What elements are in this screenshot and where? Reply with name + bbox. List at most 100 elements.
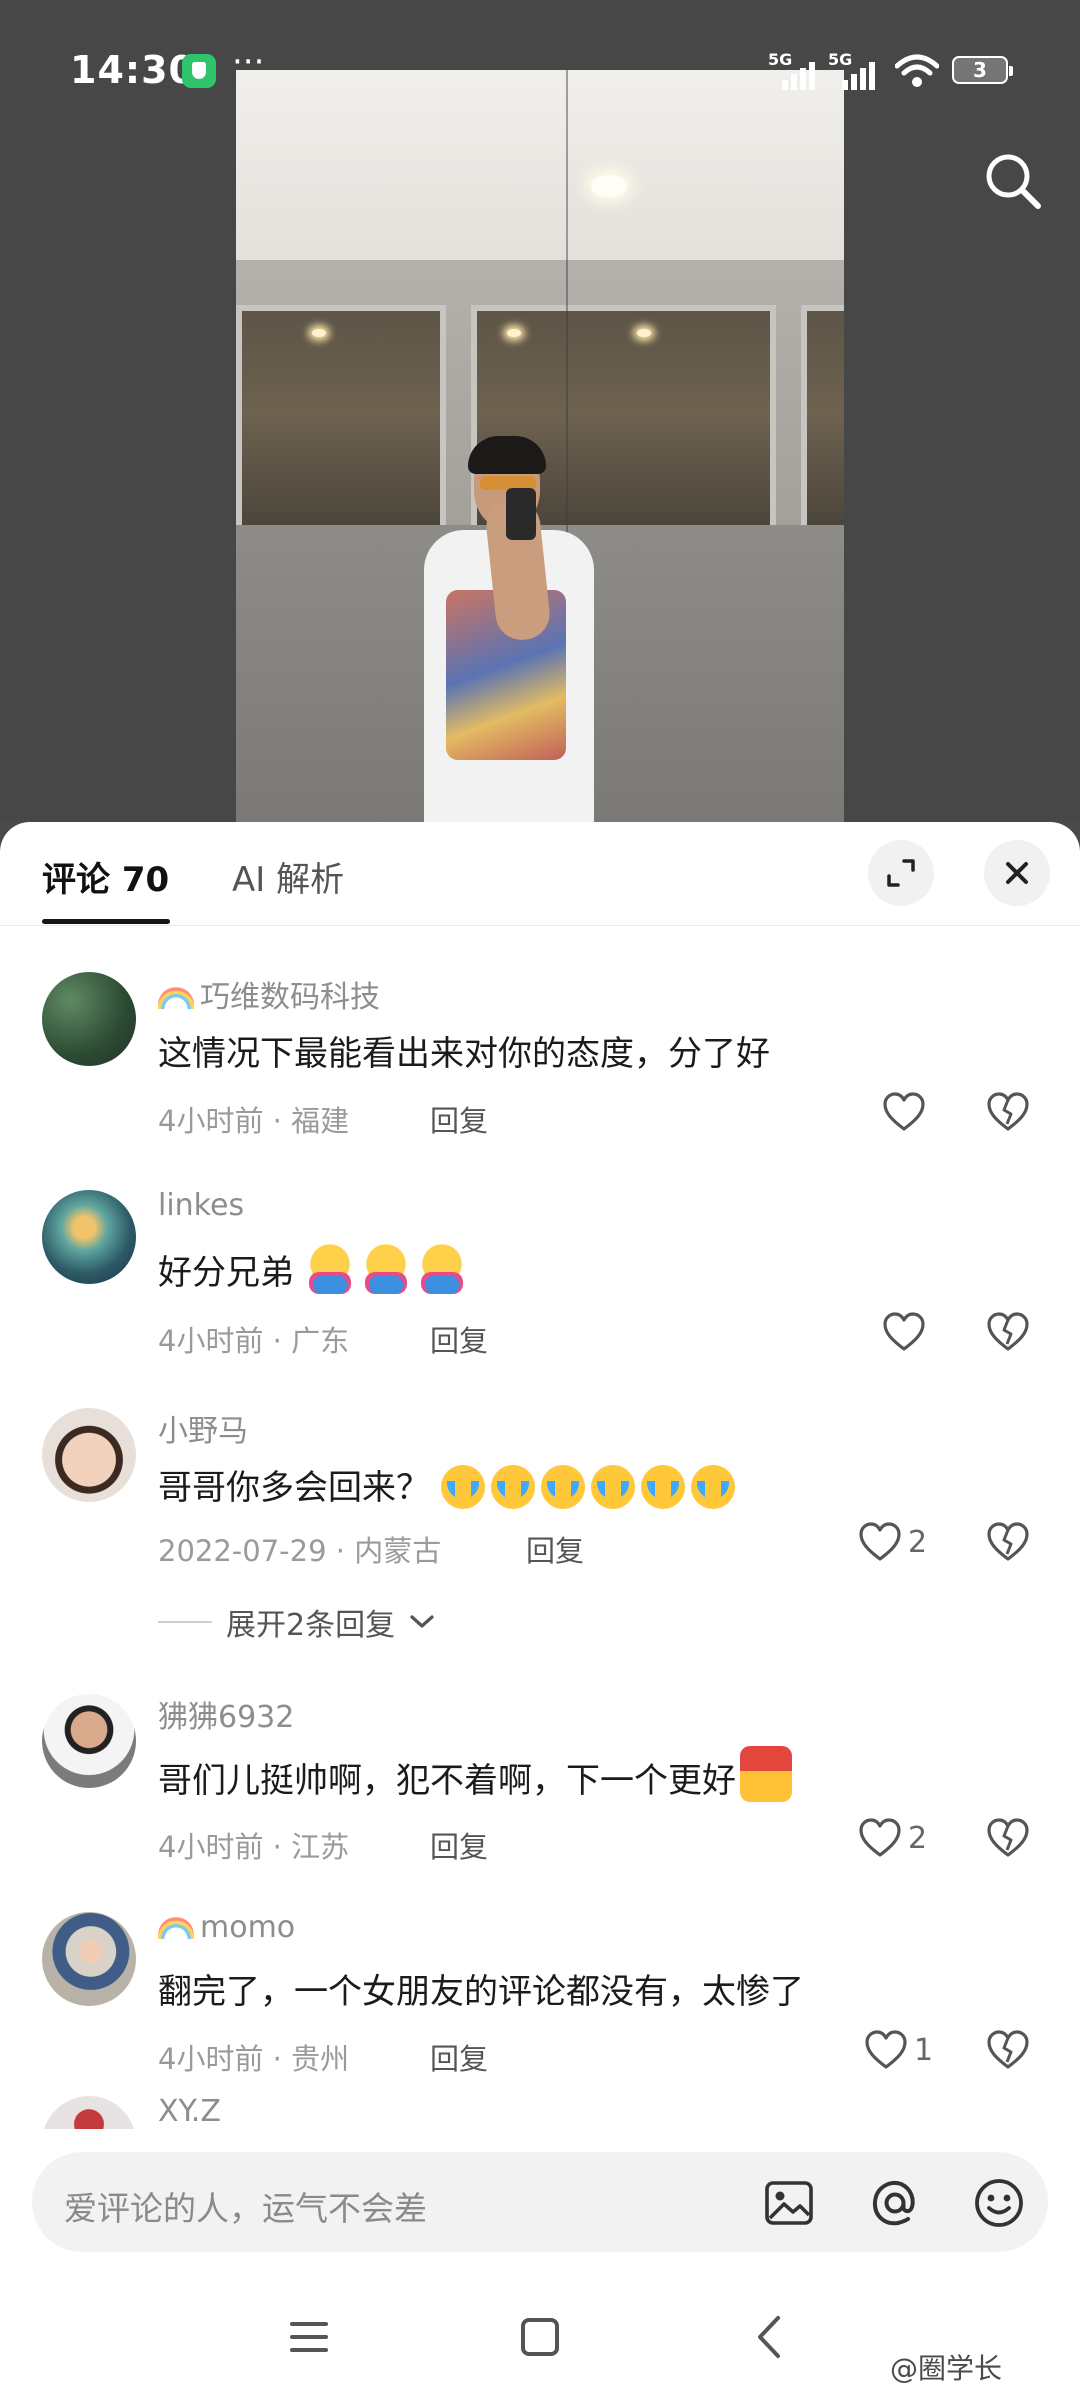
comment-meta: 4小时前 · 江苏	[158, 1824, 349, 1866]
comment-username[interactable]: 巧维数码科技	[158, 972, 380, 1016]
comment-location: 广东	[291, 1324, 350, 1358]
expand-replies-label: 展开2条回复	[226, 1608, 396, 1643]
wifi-icon	[895, 54, 939, 87]
rainbow-badge-icon	[158, 1917, 194, 1939]
heart-icon	[883, 1092, 925, 1131]
emoji-icon[interactable]	[972, 2176, 1026, 2230]
avatar[interactable]	[42, 1912, 136, 2006]
home-icon[interactable]	[513, 2310, 567, 2364]
close-button[interactable]	[984, 840, 1050, 906]
expand-replies-button[interactable]: 展开2条回复	[158, 1600, 435, 1644]
comment-time: 4小时前	[158, 2042, 264, 2076]
signal-icon: 5G	[768, 50, 824, 90]
comment-location: 江苏	[291, 1830, 350, 1864]
comment-text: 翻完了，一个女朋友的评论都没有，太惨了	[158, 1972, 804, 2012]
comment-time: 4小时前	[158, 1324, 264, 1358]
at-icon[interactable]	[868, 2176, 922, 2230]
back-icon[interactable]	[744, 2310, 798, 2364]
hug-emoji-icon	[416, 1244, 467, 1294]
reply-button[interactable]: 回复	[430, 1824, 488, 1866]
like-button[interactable]: 1	[864, 2030, 933, 2070]
broken-heart-icon[interactable]	[986, 2030, 1030, 2070]
broken-heart-icon[interactable]	[986, 1818, 1030, 1858]
comment-location: 贵州	[291, 2042, 350, 2076]
comment-input-bar[interactable]: 爱评论的人，运气不会差	[32, 2152, 1048, 2252]
photo-ceiling-light	[591, 175, 627, 197]
comment-username[interactable]: 小野马	[158, 1406, 248, 1450]
expand-button[interactable]	[868, 840, 934, 906]
crying-emoji-icon	[690, 1465, 735, 1509]
avatar[interactable]	[42, 1190, 136, 1284]
comment-list[interactable]: 巧维数码科技 这情况下最能看出来对你的态度，分了好 4小时前 · 福建 回复 l…	[0, 926, 1080, 2129]
reply-button[interactable]: 回复	[430, 1098, 488, 1140]
avatar[interactable]	[42, 1694, 136, 1788]
shield-icon	[182, 54, 216, 88]
crying-emoji-icon	[590, 1465, 635, 1509]
comment-location: 福建	[291, 1104, 350, 1138]
heart-icon	[859, 1818, 901, 1857]
like-button[interactable]	[882, 1312, 926, 1352]
thumbs-up-emoji-icon	[740, 1746, 792, 1802]
image-icon[interactable]	[762, 2176, 816, 2230]
rainbow-badge-icon	[158, 987, 194, 1009]
comment-meta: 4小时前 · 贵州	[158, 2036, 349, 2078]
crying-emoji-icon	[490, 1465, 535, 1509]
comment-input-placeholder[interactable]: 爱评论的人，运气不会差	[64, 2182, 427, 2230]
search-icon[interactable]	[980, 148, 1046, 214]
avatar[interactable]	[42, 972, 136, 1066]
hug-emoji-icon	[360, 1244, 411, 1294]
heart-icon	[865, 2030, 907, 2069]
video-area[interactable]: 14:30 ··· 5G 5G 3	[0, 0, 1080, 822]
comment-username[interactable]: XY.Z	[158, 2094, 221, 2129]
watermark: @圈学长	[890, 2352, 1003, 2385]
like-button[interactable]	[882, 1092, 926, 1132]
like-button[interactable]: 2	[858, 1818, 927, 1858]
comment-time: 4小时前	[158, 1104, 264, 1138]
photo-person-phone	[506, 488, 536, 540]
comment-text: 哥哥你多会回来？	[158, 1460, 741, 1509]
reply-button[interactable]: 回复	[430, 2036, 488, 2078]
hug-emoji-icon	[304, 1244, 355, 1294]
signal-icon: 5G	[828, 50, 884, 90]
reply-button[interactable]: 回复	[430, 1318, 488, 1360]
status-more-dots: ···	[232, 42, 265, 82]
comment-username[interactable]: momo	[158, 1910, 295, 1945]
like-count: 2	[908, 1820, 928, 1856]
comment-location: 内蒙古	[354, 1534, 442, 1568]
comment-text: 这情况下最能看出来对你的态度，分了好	[158, 1034, 770, 1074]
comment-meta: 4小时前 · 福建	[158, 1098, 349, 1140]
crying-emoji-icon	[440, 1465, 485, 1509]
reply-button[interactable]: 回复	[526, 1528, 584, 1570]
avatar[interactable]	[42, 2096, 136, 2129]
meta-separator: ·	[263, 1104, 292, 1138]
broken-heart-icon[interactable]	[986, 1312, 1030, 1352]
comment-text: 哥们儿挺帅啊，犯不着啊，下一个更好	[158, 1746, 798, 1802]
comment-username[interactable]: 狒狒6932	[158, 1692, 294, 1736]
sheet-header: 评论 70 AI 解析	[0, 822, 1080, 926]
photo-person-hair	[468, 436, 546, 474]
heart-icon	[859, 1522, 901, 1561]
crying-emoji-icon	[640, 1465, 685, 1509]
like-count: 2	[908, 1524, 928, 1560]
chevron-down-icon	[410, 1615, 434, 1628]
comment-username[interactable]: linkes	[158, 1188, 244, 1223]
tab-underline	[42, 919, 170, 924]
tab-ai-analysis[interactable]: AI 解析	[232, 852, 344, 901]
broken-heart-icon[interactable]	[986, 1092, 1030, 1132]
like-count: 1	[914, 2032, 934, 2068]
status-time: 14:30	[70, 48, 196, 92]
tab-comments[interactable]: 评论 70	[42, 852, 169, 901]
crying-emoji-icon	[540, 1465, 585, 1509]
comment-time: 4小时前	[158, 1830, 264, 1864]
comment-meta: 4小时前 · 广东	[158, 1318, 349, 1360]
menu-icon[interactable]	[282, 2310, 336, 2364]
heart-icon	[883, 1312, 925, 1351]
avatar[interactable]	[42, 1408, 136, 1502]
comment-text: 好分兄弟	[158, 1244, 473, 1294]
meta-separator: ·	[263, 1830, 292, 1864]
close-icon	[1006, 862, 1028, 884]
like-button[interactable]: 2	[858, 1522, 927, 1562]
broken-heart-icon[interactable]	[986, 1522, 1030, 1562]
meta-separator: ·	[326, 1534, 355, 1568]
video-frame[interactable]	[236, 70, 844, 822]
